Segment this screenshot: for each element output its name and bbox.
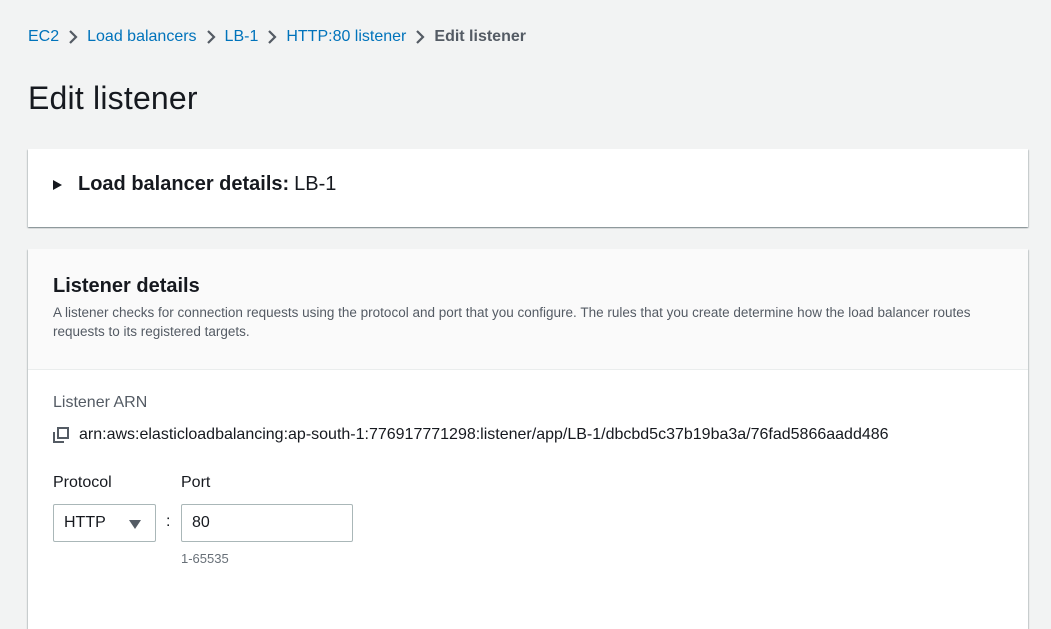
- protocol-port-separator: :: [166, 513, 171, 530]
- listener-arn-label: Listener ARN: [53, 394, 148, 411]
- load-balancer-details-panel: Load balancer details: LB-1: [28, 149, 1028, 227]
- chevron-right-icon: [59, 30, 87, 44]
- port-input[interactable]: [181, 504, 353, 542]
- caret-down-icon: [129, 520, 141, 529]
- page-title: Edit listener: [28, 80, 198, 116]
- protocol-select[interactable]: HTTP: [53, 504, 156, 542]
- listener-arn-value: arn:aws:elasticloadbalancing:ap-south-1:…: [79, 426, 889, 443]
- chevron-right-icon: [258, 30, 286, 44]
- protocol-label: Protocol: [53, 474, 112, 491]
- listener-details-description: A listener checks for connection request…: [53, 305, 971, 339]
- protocol-select-value: HTTP: [64, 514, 106, 531]
- breadcrumb-http-80-listener[interactable]: HTTP:80 listener: [286, 28, 406, 46]
- chevron-right-icon: [197, 30, 225, 44]
- load-balancer-details-expander[interactable]: Load balancer details: LB-1: [53, 173, 336, 196]
- breadcrumb-ec2[interactable]: EC2: [28, 28, 59, 46]
- breadcrumb-current: Edit listener: [434, 28, 526, 45]
- listener-details-panel: Listener details A listener checks for c…: [28, 249, 1028, 629]
- listener-arn-row: arn:aws:elasticloadbalancing:ap-south-1:…: [53, 422, 1003, 448]
- chevron-right-icon: [406, 30, 434, 44]
- listener-details-header: Listener details A listener checks for c…: [28, 249, 1028, 370]
- listener-details-title: Listener details: [53, 275, 200, 297]
- port-label: Port: [181, 474, 211, 491]
- breadcrumb-load-balancers[interactable]: Load balancers: [87, 28, 196, 46]
- protocol-port-row: Protocol Port HTTP : 1-65535: [53, 464, 1003, 566]
- copy-icon[interactable]: [53, 427, 69, 443]
- caret-right-icon: [53, 179, 62, 190]
- lb-details-label: Load balancer details:: [78, 173, 290, 195]
- lb-details-value: LB-1: [294, 173, 337, 195]
- port-constraint-text: 1-65535: [181, 551, 229, 566]
- breadcrumb: EC2 Load balancers LB-1 HTTP:80 listener…: [28, 26, 526, 48]
- breadcrumb-lb-1[interactable]: LB-1: [225, 28, 259, 46]
- listener-details-body: Listener ARN arn:aws:elasticloadbalancin…: [28, 370, 1028, 566]
